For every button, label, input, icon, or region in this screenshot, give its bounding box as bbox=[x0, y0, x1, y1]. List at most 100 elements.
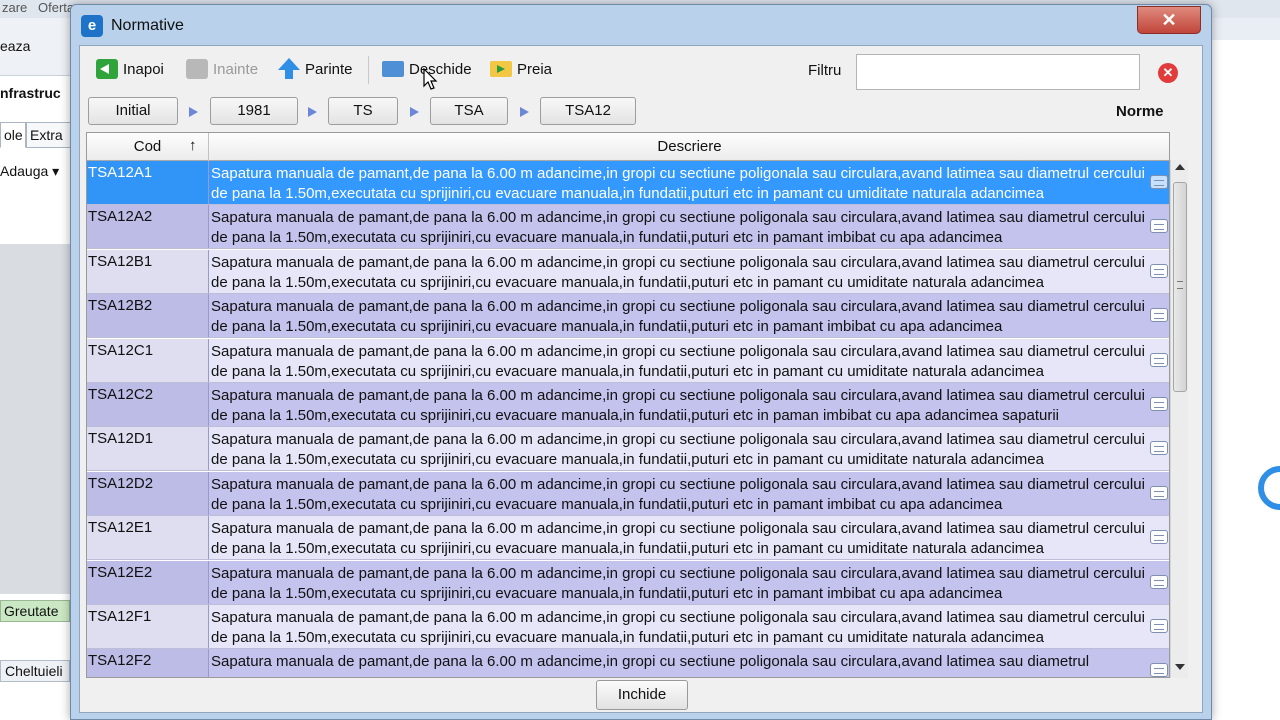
row-description: Sapatura manuala de pamant,de pana la 6.… bbox=[211, 342, 1145, 380]
row-code: TSA12E1 bbox=[87, 516, 209, 560]
breadcrumb: Initial 1981 TS TSA TSA12 Norme bbox=[80, 92, 1202, 128]
breadcrumb-item-1981[interactable]: 1981 bbox=[210, 97, 298, 125]
breadcrumb-item-ts[interactable]: TS bbox=[328, 97, 398, 125]
title-bar[interactable]: e Normative ✕ bbox=[71, 5, 1211, 45]
bg-greutate-tab[interactable]: Greutate bbox=[0, 600, 70, 622]
breadcrumb-item-tsa[interactable]: TSA bbox=[430, 97, 508, 125]
comment-icon[interactable] bbox=[1150, 574, 1168, 589]
table-row[interactable]: TSA12F2 Sapatura manuala de pamant,de pan… bbox=[87, 649, 1169, 677]
window-title: Normative bbox=[111, 17, 184, 34]
row-description: Sapatura manuala de pamant,de pana la 6.… bbox=[211, 431, 1145, 469]
back-arrow-icon bbox=[96, 59, 118, 79]
dialog-content: Inapoi Inainte Parinte Deschide Preia Fi… bbox=[79, 45, 1203, 713]
mouse-cursor-icon bbox=[423, 68, 438, 90]
row-code: TSA12B1 bbox=[87, 249, 209, 293]
back-button[interactable]: Inapoi bbox=[96, 56, 164, 82]
up-arrow-icon bbox=[278, 58, 300, 80]
comment-icon[interactable] bbox=[1150, 530, 1168, 545]
filter-input[interactable] bbox=[856, 54, 1140, 90]
bg-add-button[interactable]: Adauga ▾ bbox=[0, 163, 59, 180]
table-row[interactable]: TSA12C1 Sapatura manuala de pamant,de pan… bbox=[87, 338, 1169, 383]
background-right-panel bbox=[1212, 40, 1280, 720]
open-folder-icon bbox=[382, 61, 404, 77]
bg-toolbar-label[interactable]: eaza bbox=[0, 38, 30, 54]
row-description: Sapatura manuala de pamant,de pana la 6.… bbox=[211, 653, 1090, 671]
table-row[interactable]: TSA12A1 Sapatura manuala de pamant,de pan… bbox=[87, 161, 1169, 205]
row-code: TSA12D1 bbox=[87, 427, 209, 471]
clear-filter-icon[interactable]: ✕ bbox=[1158, 63, 1178, 83]
toolbar-separator bbox=[368, 56, 369, 84]
table-header: Cod ↑ Descriere bbox=[87, 133, 1169, 161]
comment-icon[interactable] bbox=[1150, 663, 1168, 677]
bg-grey-area bbox=[0, 244, 80, 594]
row-code: TSA12A2 bbox=[87, 205, 209, 249]
open-label: Deschide bbox=[409, 60, 472, 78]
comment-icon[interactable] bbox=[1150, 441, 1168, 456]
scroll-up-icon[interactable] bbox=[1175, 164, 1185, 170]
table-row[interactable]: TSA12B2 Sapatura manuala de pamant,de pan… bbox=[87, 294, 1169, 339]
app-icon: e bbox=[81, 15, 103, 37]
column-header-description[interactable]: Descriere bbox=[209, 133, 1169, 161]
forward-label: Inainte bbox=[213, 60, 259, 78]
comment-icon[interactable] bbox=[1150, 175, 1168, 189]
comment-icon[interactable] bbox=[1150, 485, 1168, 500]
comment-icon[interactable] bbox=[1150, 308, 1168, 323]
take-button[interactable]: Preia bbox=[490, 56, 552, 82]
row-code: TSA12F1 bbox=[87, 605, 209, 648]
table-row[interactable]: TSA12E2 Sapatura manuala de pamant,de pan… bbox=[87, 560, 1169, 605]
comment-icon[interactable] bbox=[1150, 619, 1168, 633]
background-toolbar: eaza bbox=[0, 18, 80, 76]
table-row[interactable]: TSA12F1 Sapatura manuala de pamant,de pan… bbox=[87, 605, 1169, 649]
sort-ascending-icon: ↑ bbox=[189, 137, 197, 154]
bg-tab[interactable]: ole bbox=[0, 122, 26, 148]
table-row[interactable]: TSA12A2 Sapatura manuala de pamant,de pan… bbox=[87, 205, 1169, 250]
table-row[interactable]: TSA12C2 Sapatura manuala de pamant,de pan… bbox=[87, 383, 1169, 427]
bg-section-title: nfrastruc bbox=[0, 85, 61, 101]
vertical-scrollbar[interactable] bbox=[1170, 160, 1188, 678]
comment-icon[interactable] bbox=[1150, 219, 1168, 234]
comment-icon[interactable] bbox=[1150, 352, 1168, 367]
forward-button[interactable]: Inainte bbox=[186, 56, 258, 82]
close-window-button[interactable]: ✕ bbox=[1137, 6, 1201, 34]
row-description: Sapatura manuala de pamant,de pana la 6.… bbox=[211, 520, 1145, 558]
table-row[interactable]: TSA12B1 Sapatura manuala de pamant,de pan… bbox=[87, 249, 1169, 294]
scroll-thumb[interactable] bbox=[1173, 182, 1187, 392]
forward-arrow-icon bbox=[186, 59, 208, 79]
row-code: TSA12B2 bbox=[87, 294, 209, 338]
breadcrumb-item-initial[interactable]: Initial bbox=[88, 97, 178, 125]
table-row[interactable]: TSA12D1 Sapatura manuala de pamant,de pan… bbox=[87, 427, 1169, 472]
parent-label: Parinte bbox=[305, 60, 353, 78]
row-description: Sapatura manuala de pamant,de pana la 6.… bbox=[211, 298, 1145, 336]
table-row[interactable]: TSA12E1 Sapatura manuala de pamant,de pan… bbox=[87, 516, 1169, 561]
row-description: Sapatura manuala de pamant,de pana la 6.… bbox=[211, 387, 1145, 424]
take-label: Preia bbox=[517, 60, 553, 78]
breadcrumb-item-tsa12[interactable]: TSA12 bbox=[540, 97, 636, 125]
parent-button[interactable]: Parinte bbox=[278, 56, 353, 82]
close-dialog-button[interactable]: Inchide bbox=[596, 680, 688, 710]
row-description: Sapatura manuala de pamant,de pana la 6.… bbox=[211, 253, 1145, 291]
row-description: Sapatura manuala de pamant,de pana la 6.… bbox=[211, 564, 1145, 602]
norms-table: Cod ↑ Descriere TSA12A1 Sapatura manuala … bbox=[86, 132, 1170, 678]
back-label: Inapoi bbox=[123, 60, 164, 78]
comment-icon[interactable] bbox=[1150, 397, 1168, 411]
filter-label: Filtru bbox=[808, 62, 842, 79]
row-description: Sapatura manuala de pamant,de pana la 6.… bbox=[211, 609, 1145, 646]
take-folder-icon bbox=[490, 61, 512, 77]
bg-menu-item[interactable]: zare bbox=[2, 0, 27, 15]
row-description: Sapatura manuala de pamant,de pana la 6.… bbox=[211, 165, 1145, 202]
table-row[interactable]: TSA12D2 Sapatura manuala de pamant,de pan… bbox=[87, 471, 1169, 516]
breadcrumb-arrow-icon bbox=[189, 107, 198, 117]
scroll-down-icon[interactable] bbox=[1175, 664, 1185, 670]
toolbar: Inapoi Inainte Parinte Deschide Preia Fi… bbox=[80, 46, 1202, 92]
row-code: TSA12C1 bbox=[87, 338, 209, 382]
comment-icon[interactable] bbox=[1150, 263, 1168, 278]
row-description: Sapatura manuala de pamant,de pana la 6.… bbox=[211, 209, 1145, 247]
row-code: TSA12A1 bbox=[87, 161, 209, 204]
breadcrumb-arrow-icon bbox=[410, 107, 419, 117]
bg-cheltuieli-tab[interactable]: Cheltuieli bbox=[0, 660, 70, 682]
row-description: Sapatura manuala de pamant,de pana la 6.… bbox=[211, 475, 1145, 513]
breadcrumb-arrow-icon bbox=[520, 107, 529, 117]
row-code: TSA12C2 bbox=[87, 383, 209, 426]
column-header-code-label: Cod bbox=[133, 138, 162, 155]
bg-menu-item[interactable]: Oferta bbox=[38, 0, 74, 15]
